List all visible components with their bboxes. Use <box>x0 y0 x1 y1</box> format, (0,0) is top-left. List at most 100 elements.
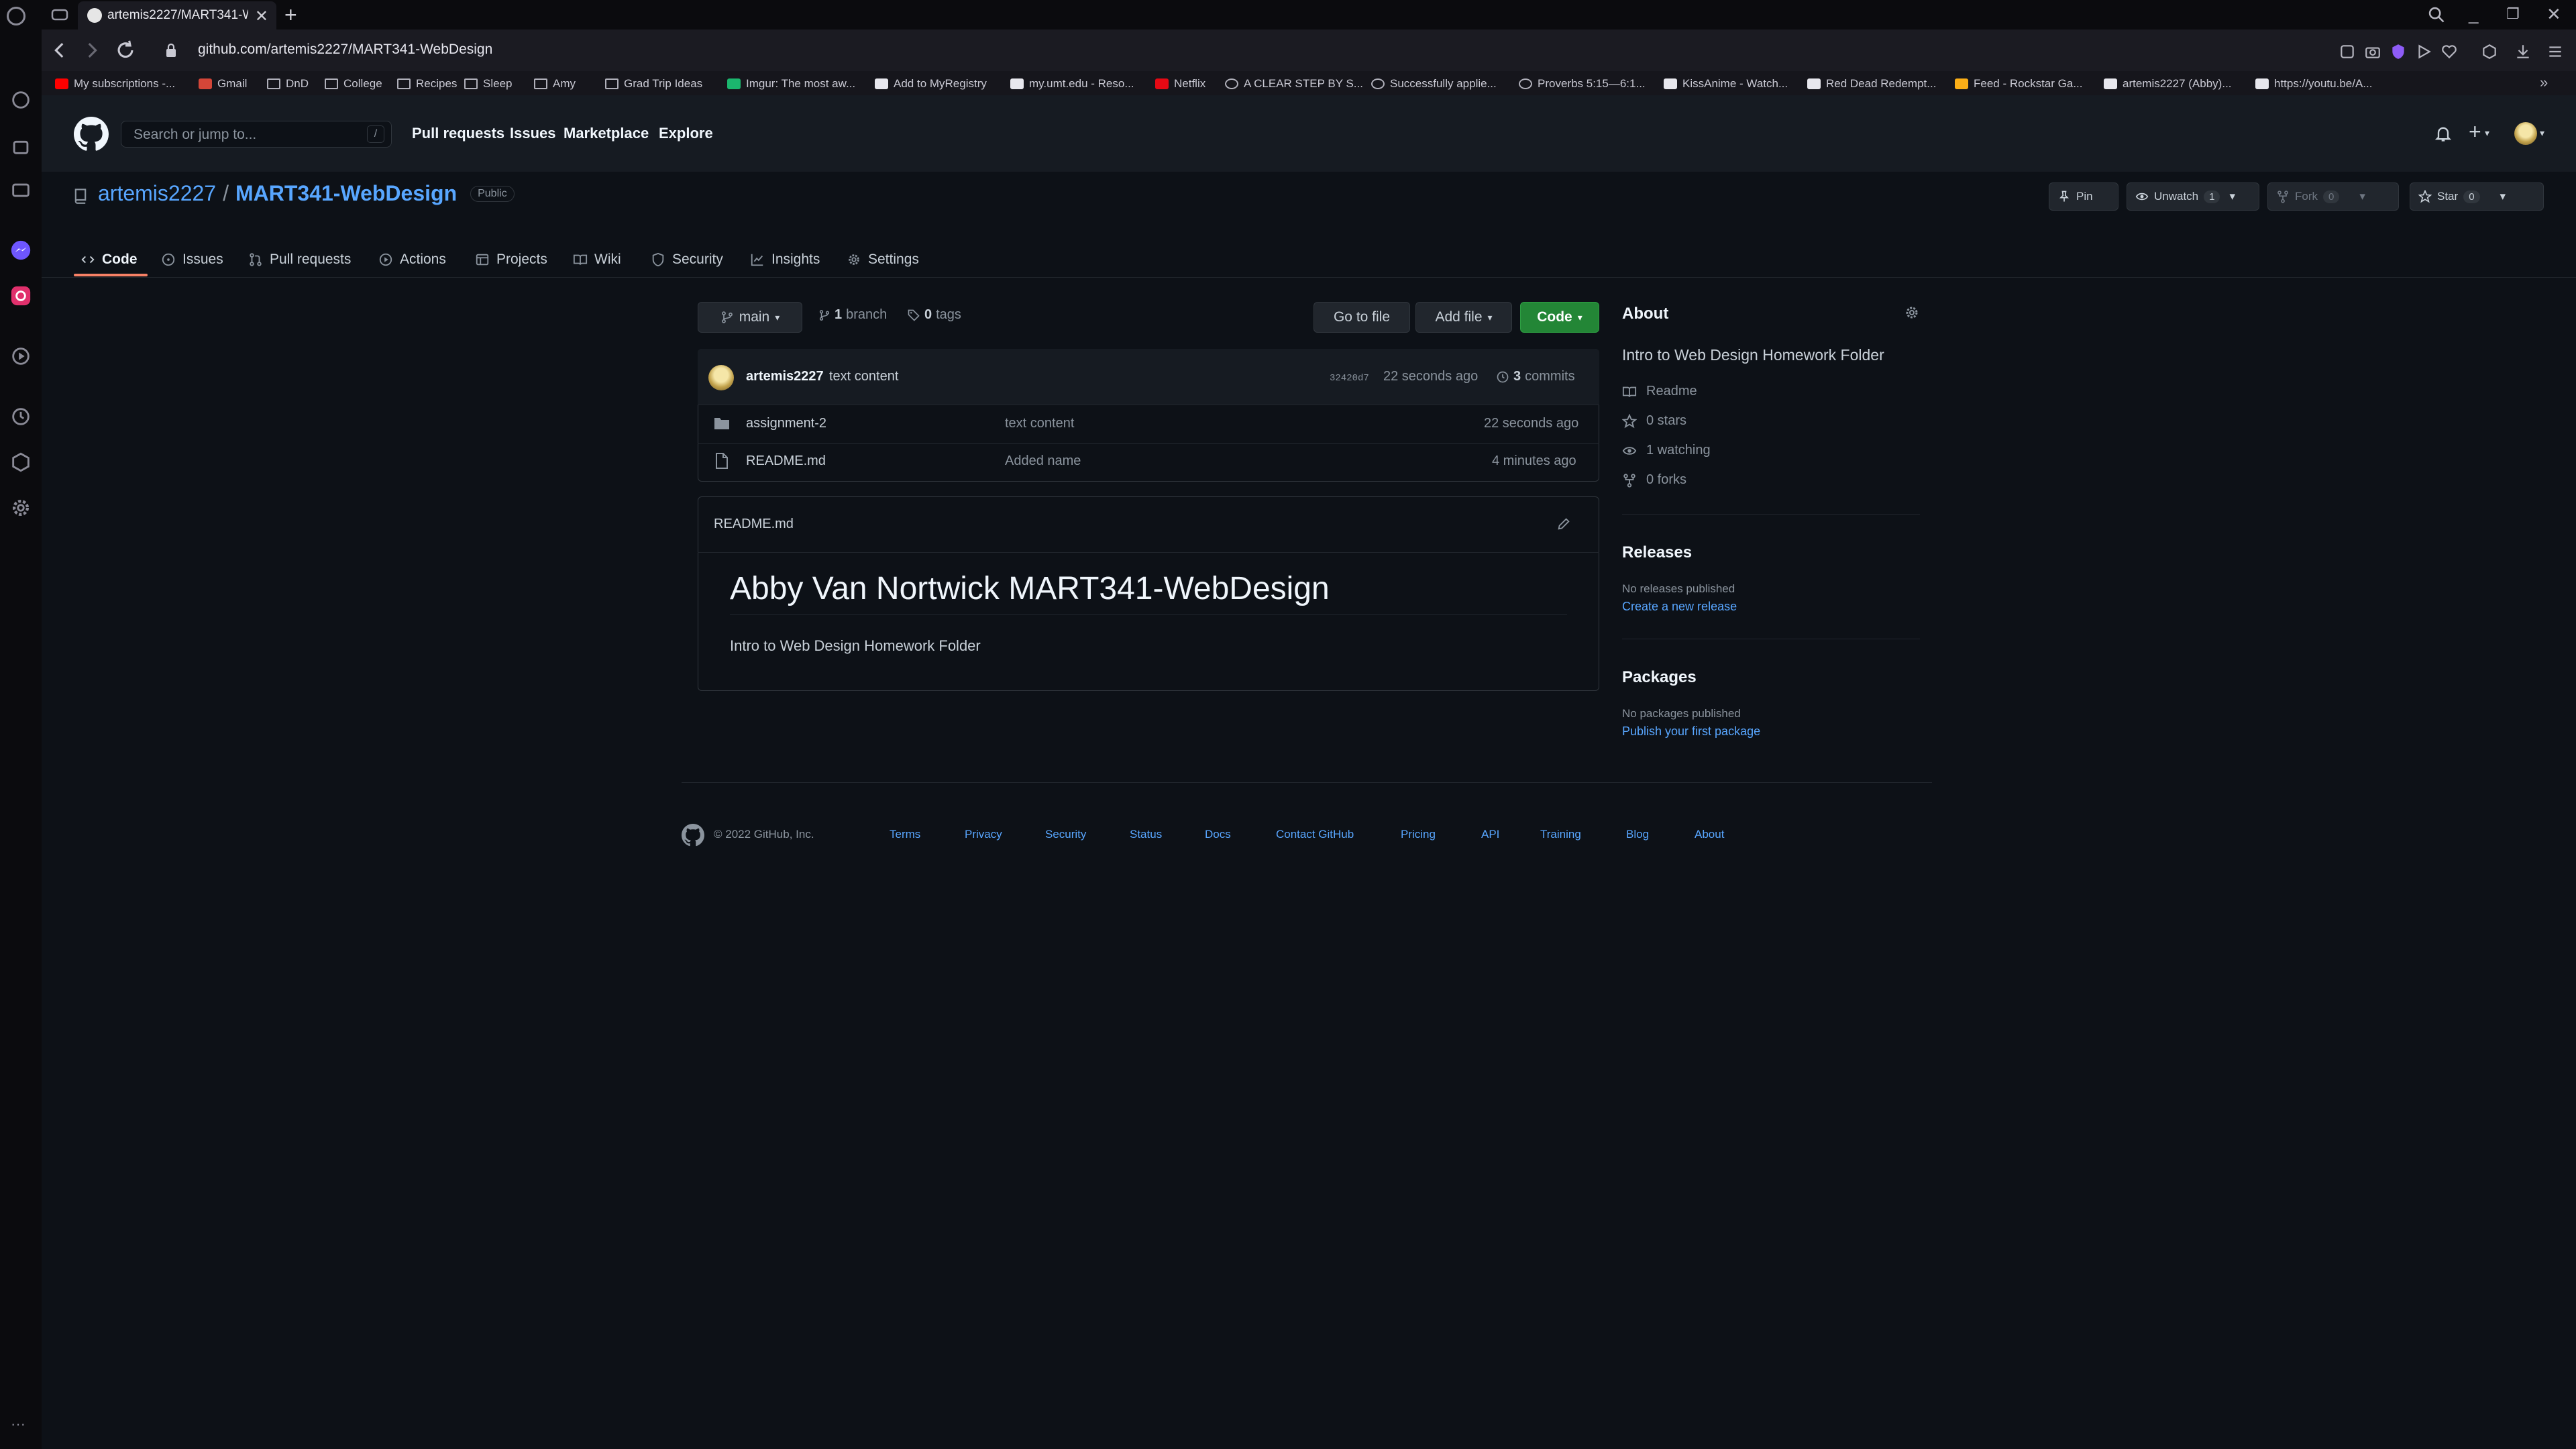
create-new-caret-icon[interactable]: ▾ <box>2485 127 2489 139</box>
repo-name-link[interactable]: MART341-WebDesign <box>235 181 457 206</box>
bookmark-item[interactable]: A CLEAR STEP BY S... <box>1225 75 1363 93</box>
create-release-link[interactable]: Create a new release <box>1622 600 1737 614</box>
file-name[interactable]: README.md <box>746 453 826 469</box>
bookmark-item[interactable]: artemis2227 (Abby)... <box>2104 75 2232 93</box>
branch-select-button[interactable]: main ▾ <box>698 302 802 333</box>
reload-icon[interactable] <box>114 39 137 62</box>
pin-button[interactable]: Pin <box>2049 182 2118 211</box>
sidebar-more-icon[interactable]: ··· <box>11 1415 25 1433</box>
add-file-button[interactable]: Add file ▾ <box>1415 302 1512 333</box>
settings-sidebar-icon[interactable] <box>9 496 32 519</box>
tab-settings[interactable]: Settings <box>847 243 919 276</box>
footer-link-privacy[interactable]: Privacy <box>965 828 1002 841</box>
bookmark-item[interactable]: Recipes <box>397 75 457 93</box>
footer-link-training[interactable]: Training <box>1540 828 1581 841</box>
footer-link-pricing[interactable]: Pricing <box>1401 828 1436 841</box>
commit-author[interactable]: artemis2227 <box>746 369 824 384</box>
go-to-file-button[interactable]: Go to file <box>1313 302 1410 333</box>
nav-marketplace[interactable]: Marketplace <box>564 125 649 142</box>
url-field[interactable]: github.com/artemis2227/MART341-WebDesign <box>198 42 492 58</box>
gear-icon[interactable] <box>1904 305 1920 321</box>
bookmark-item[interactable]: Feed - Rockstar Ga... <box>1955 75 2083 93</box>
bookmark-item[interactable]: Imgur: The most aw... <box>727 75 855 93</box>
file-row[interactable] <box>698 406 1599 443</box>
bookmark-item[interactable]: Add to MyRegistry <box>875 75 987 93</box>
file-commit-message[interactable]: text content <box>1005 416 1074 431</box>
watchers-link[interactable]: 1 watching <box>1622 443 1711 458</box>
forks-link[interactable]: 0 forks <box>1622 472 1686 488</box>
footer-link-status[interactable]: Status <box>1130 828 1162 841</box>
bookmark-item[interactable]: Proverbs 5:15—6:1... <box>1519 75 1646 93</box>
nav-pull-requests[interactable]: Pull requests <box>412 125 504 142</box>
bookmark-item[interactable]: Successfully applie... <box>1371 75 1497 93</box>
browser-search-icon[interactable] <box>2427 5 2446 24</box>
notifications-bell-icon[interactable] <box>2434 123 2453 144</box>
file-commit-message[interactable]: Added name <box>1005 453 1081 469</box>
user-avatar[interactable] <box>2514 122 2537 145</box>
edit-page-icon[interactable] <box>2339 43 2356 60</box>
instagram-icon[interactable] <box>9 284 32 307</box>
nav-explore[interactable]: Explore <box>659 125 713 142</box>
footer-link-security[interactable]: Security <box>1045 828 1086 841</box>
back-icon[interactable] <box>48 39 71 62</box>
readme-filename[interactable]: README.md <box>714 517 794 532</box>
bookmark-item[interactable]: Grad Trip Ideas <box>605 75 702 93</box>
tab-security[interactable]: Security <box>651 243 723 276</box>
unwatch-button[interactable]: Unwatch 1 ▾ <box>2127 182 2259 211</box>
bookmark-item[interactable]: Netflix <box>1155 75 1205 93</box>
messenger-icon[interactable] <box>9 239 32 262</box>
browser-logo-icon[interactable] <box>7 7 25 25</box>
bookmark-item[interactable]: my.umt.edu - Reso... <box>1010 75 1134 93</box>
branches-link[interactable]: 1 branch <box>818 307 887 323</box>
stars-link[interactable]: 0 stars <box>1622 413 1686 429</box>
star-caret-icon[interactable]: ▾ <box>2500 190 2506 203</box>
edit-pencil-icon[interactable] <box>1556 517 1571 531</box>
packages-heading[interactable]: Packages <box>1622 668 1697 687</box>
download-icon[interactable] <box>2514 43 2532 60</box>
camera-icon[interactable] <box>2364 43 2381 60</box>
tab-insights[interactable]: Insights <box>750 243 820 276</box>
commit-hash[interactable]: 32420d7 <box>1330 373 1369 384</box>
create-new-icon[interactable]: + <box>2469 119 2481 144</box>
watch-caret-icon[interactable]: ▾ <box>2229 190 2235 203</box>
file-row[interactable] <box>698 444 1599 482</box>
footer-link-about[interactable]: About <box>1695 828 1724 841</box>
code-dropdown-button[interactable]: Code ▾ <box>1520 302 1599 333</box>
heart-icon[interactable] <box>2440 43 2458 60</box>
chat-icon[interactable] <box>9 180 32 203</box>
footer-link-blog[interactable]: Blog <box>1626 828 1649 841</box>
fork-caret-icon[interactable]: ▾ <box>2359 190 2365 203</box>
minimize-icon[interactable]: _ <box>2469 4 2478 25</box>
restore-icon[interactable]: ❐ <box>2506 5 2520 23</box>
bookmark-item[interactable]: My subscriptions -... <box>55 75 175 93</box>
bookmark-item[interactable]: Red Dead Redempt... <box>1807 75 1936 93</box>
github-footer-logo-icon[interactable] <box>682 824 704 847</box>
star-button[interactable]: Star 0 ▾ <box>2410 182 2544 211</box>
tab-pull-requests[interactable]: Pull requests <box>248 243 351 276</box>
commit-message[interactable]: text content <box>829 369 898 384</box>
bookmarks-overflow-icon[interactable]: » <box>2540 74 2548 91</box>
bookmark-item[interactable]: Gmail <box>199 75 247 93</box>
bookmark-item[interactable]: Sleep <box>464 75 512 93</box>
readme-link[interactable]: Readme <box>1622 384 1697 399</box>
bookmark-item[interactable]: https://youtu.be/A... <box>2255 75 2372 93</box>
releases-heading[interactable]: Releases <box>1622 543 1692 562</box>
tab-actions[interactable]: Actions <box>378 243 446 276</box>
bookmark-item[interactable]: College <box>325 75 382 93</box>
shopping-icon[interactable] <box>9 134 32 157</box>
forward-icon[interactable] <box>80 39 103 62</box>
speed-dial-icon[interactable] <box>9 89 32 111</box>
player-sidebar-icon[interactable] <box>9 345 32 368</box>
tab-issues[interactable]: Issues <box>161 243 223 276</box>
bookmark-item[interactable]: KissAnime - Watch... <box>1664 75 1788 93</box>
commit-author-avatar[interactable] <box>708 365 734 390</box>
commits-link[interactable]: 3 commits <box>1496 369 1575 384</box>
footer-link-api[interactable]: API <box>1481 828 1499 841</box>
nav-issues[interactable]: Issues <box>510 125 556 142</box>
footer-link-terms[interactable]: Terms <box>890 828 920 841</box>
history-icon[interactable] <box>9 405 32 428</box>
close-icon[interactable]: ✕ <box>2546 4 2561 25</box>
bookmark-item[interactable]: DnD <box>267 75 309 93</box>
player-icon[interactable] <box>2415 43 2432 60</box>
tab-overview-icon[interactable] <box>51 8 68 21</box>
